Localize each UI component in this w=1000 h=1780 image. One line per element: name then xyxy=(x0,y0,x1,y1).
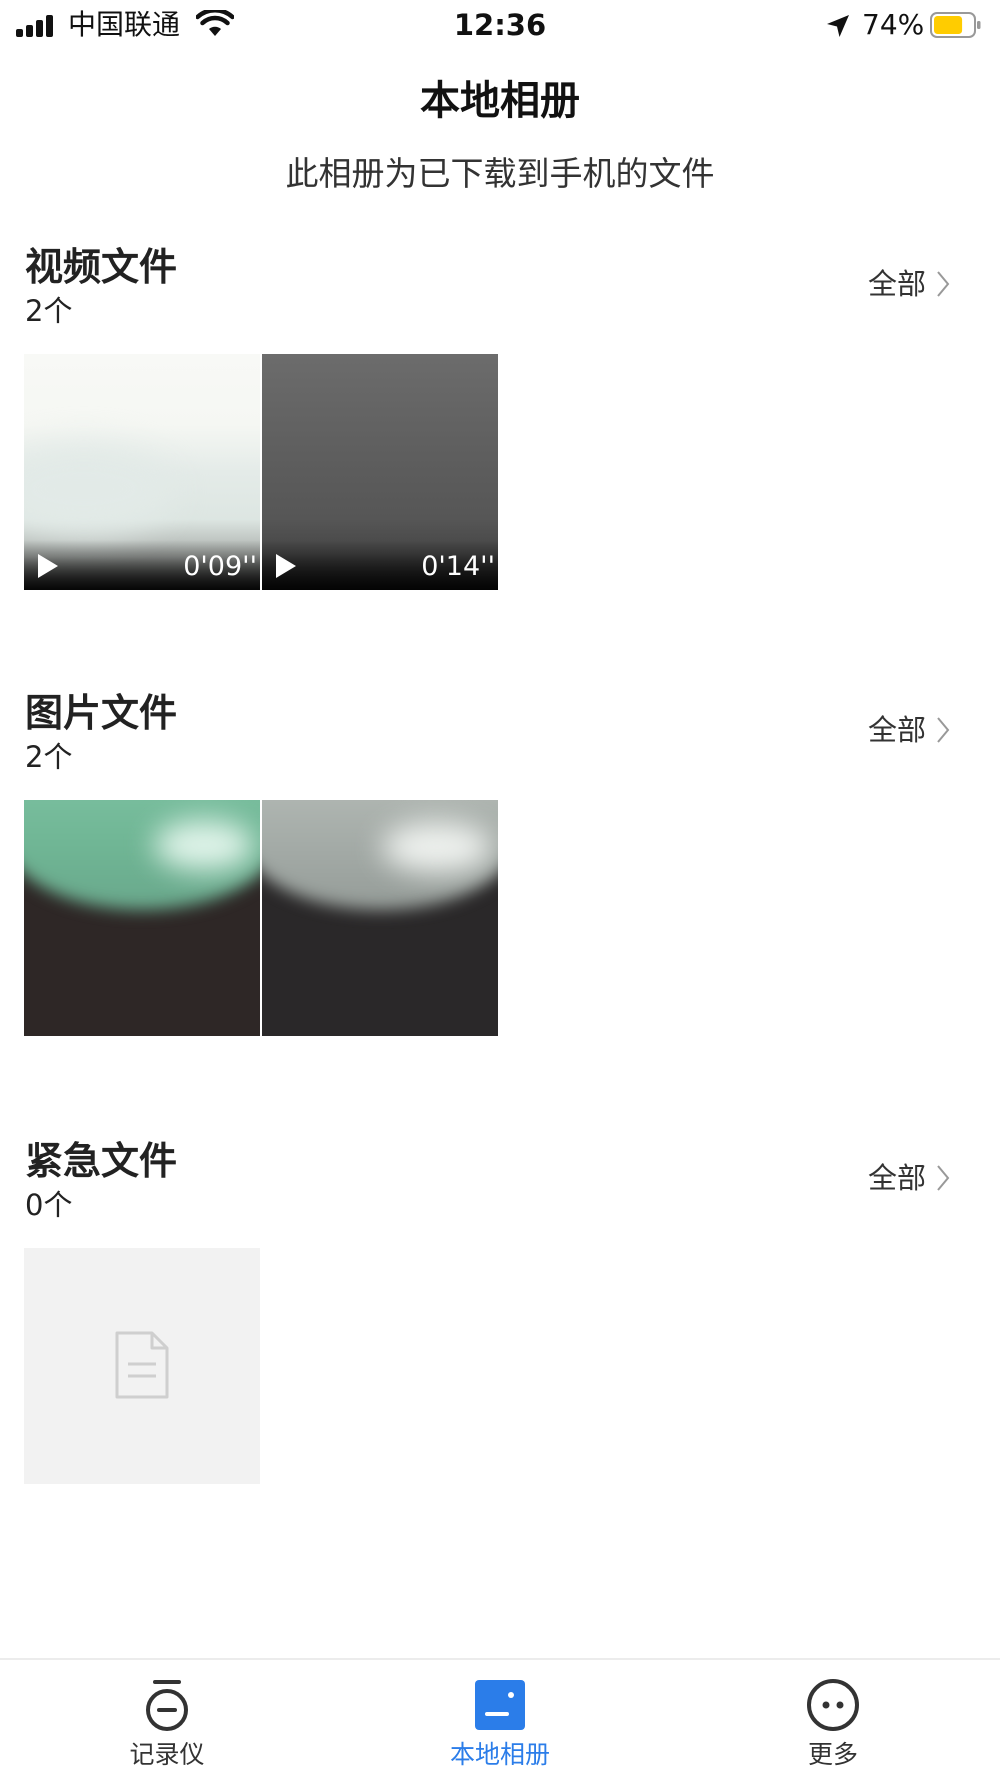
section-title: 紧急文件 xyxy=(25,1139,178,1183)
tab-local-album[interactable]: 本地相册 xyxy=(400,1660,600,1778)
play-icon xyxy=(276,554,296,578)
tab-more[interactable]: 更多 xyxy=(733,1660,933,1778)
view-all-label: 全部 xyxy=(867,1161,926,1195)
section-count: 2个 xyxy=(25,294,73,328)
battery-percent: 74% xyxy=(862,8,925,41)
location-arrow-icon xyxy=(827,15,849,37)
video-thumbnail[interactable]: 0'14'' xyxy=(262,354,498,590)
view-all-label: 全部 xyxy=(867,267,926,301)
section-title: 视频文件 xyxy=(25,245,178,289)
view-all-label: 全部 xyxy=(867,713,926,747)
video-thumbnail[interactable]: 0'09'' xyxy=(24,354,260,590)
video-duration: 0'14'' xyxy=(421,551,495,582)
tab-label: 更多 xyxy=(807,1740,858,1769)
chevron-right-icon xyxy=(937,1165,950,1191)
recorder-icon xyxy=(146,1680,188,1731)
status-bar: 中国联通 12:36 74% xyxy=(0,0,1000,50)
section-count: 0个 xyxy=(25,1188,73,1222)
view-all-emergency-button[interactable]: 全部 xyxy=(868,1156,950,1200)
section-title: 图片文件 xyxy=(25,691,178,735)
more-icon xyxy=(807,1679,859,1731)
chevron-right-icon xyxy=(937,271,950,297)
document-icon xyxy=(115,1331,169,1399)
album-icon xyxy=(475,1680,525,1730)
photo-thumbnail[interactable] xyxy=(262,800,498,1036)
tab-recorder[interactable]: 记录仪 xyxy=(67,1660,267,1778)
photo-thumbnail[interactable] xyxy=(24,800,260,1036)
section-count: 2个 xyxy=(25,740,73,774)
tab-bar: 记录仪 本地相册 更多 xyxy=(0,1658,1000,1780)
page-title: 本地相册 xyxy=(420,78,580,124)
view-all-videos-button[interactable]: 全部 xyxy=(868,262,950,306)
page-subtitle: 此相册为已下载到手机的文件 xyxy=(285,154,715,193)
chevron-right-icon xyxy=(937,717,950,743)
play-icon xyxy=(38,554,58,578)
tab-label: 记录仪 xyxy=(129,1740,205,1769)
tab-label: 本地相册 xyxy=(449,1740,550,1769)
view-all-photos-button[interactable]: 全部 xyxy=(868,708,950,752)
battery-icon xyxy=(930,12,981,38)
empty-file-placeholder xyxy=(24,1248,260,1484)
battery-level-fill xyxy=(934,16,963,34)
video-duration: 0'09'' xyxy=(183,551,257,582)
